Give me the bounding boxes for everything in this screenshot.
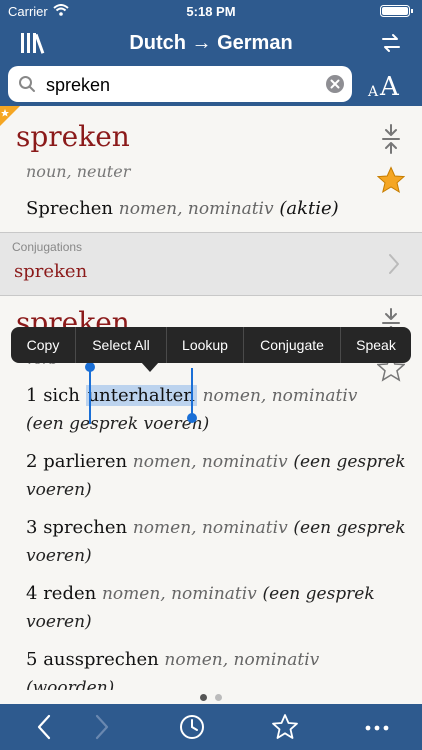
conjugations-row[interactable]: Conjugations spreken: [0, 233, 422, 296]
grammar-label: nomen, nominativ: [202, 386, 358, 406]
context-menu-arrow: [141, 362, 159, 372]
context-menu: Copy Select All Lookup Conjugate Speak: [11, 327, 411, 363]
font-size-big-glyph: A: [380, 72, 399, 102]
conjugations-label: Conjugations: [12, 240, 83, 254]
selection-start-handle[interactable]: [84, 362, 96, 424]
headword: spreken: [16, 120, 130, 153]
status-bar: Carrier 5:18 PM: [0, 0, 422, 22]
sense-4[interactable]: 4 reden nomen, nominativ (een gesprek vo…: [26, 580, 406, 636]
conjugations-word: spreken: [14, 261, 88, 282]
translation[interactable]: Sprechen nomen, nominativ (aktie): [26, 198, 339, 219]
sense-word: reden: [43, 583, 97, 604]
page-title: Dutch → German: [129, 32, 293, 54]
grammar-label: nomen, nominativ: [164, 650, 320, 670]
sense-number: 3: [26, 517, 38, 538]
bottom-toolbar: [0, 704, 422, 750]
sense-prefix: sich: [43, 385, 80, 406]
search-field[interactable]: [8, 66, 352, 102]
page-dot-active: [200, 694, 207, 701]
sense-5[interactable]: 5 aussprechen nomen, nominativ (woorden): [26, 646, 406, 690]
conjugate-button[interactable]: Conjugate: [244, 327, 341, 363]
sense-2[interactable]: 2 parlieren nomen, nominativ (een gespre…: [26, 448, 406, 504]
clear-icon[interactable]: [326, 75, 344, 93]
entry-card-noun: spreken noun, neuter Sprechen nomen, nom…: [0, 106, 422, 233]
search-input[interactable]: [44, 70, 328, 100]
favorites-star-icon[interactable]: [270, 712, 300, 742]
collapse-icon[interactable]: [380, 124, 402, 154]
font-size-small-glyph: A: [368, 84, 379, 100]
sense-word: aussprechen: [43, 649, 159, 670]
favorite-star-icon[interactable]: [377, 166, 405, 194]
swap-languages-icon[interactable]: [380, 32, 402, 54]
history-clock-icon[interactable]: [177, 712, 207, 742]
part-of-speech: noun, neuter: [26, 162, 131, 181]
sense-3[interactable]: 3 sprechen nomen, nominativ (een gesprek…: [26, 514, 406, 570]
selected-word[interactable]: unterhalten: [85, 385, 197, 406]
translation-word: Sprechen: [26, 198, 114, 219]
header: Carrier 5:18 PM Dutch → German spreken A…: [0, 0, 422, 106]
battery-icon: [380, 5, 413, 17]
gloss: (een gesprek voeren): [26, 414, 210, 434]
nav-bar: Dutch → German: [0, 22, 422, 66]
page-dot[interactable]: [215, 694, 222, 701]
selection-end-handle[interactable]: [186, 368, 198, 424]
select-all-button[interactable]: Select All: [76, 327, 167, 363]
grammar-label: nomen, nominativ: [101, 584, 257, 604]
sense-word: parlieren: [43, 451, 128, 472]
status-time: 5:18 PM: [186, 4, 236, 19]
more-icon[interactable]: [362, 712, 392, 742]
grammar-label: nomen, nominativ: [118, 199, 274, 219]
grammar-label: nomen, nominativ: [132, 452, 288, 472]
sense-1[interactable]: 1 sich unterhalten nomen, nominativ (een…: [26, 382, 406, 438]
sense-number: 5: [26, 649, 38, 670]
back-icon[interactable]: [30, 712, 60, 742]
chevron-right-icon: [389, 254, 399, 274]
gloss: (woorden): [26, 678, 115, 690]
gloss: (aktie): [279, 198, 339, 219]
font-size-button[interactable]: A A: [368, 70, 408, 102]
search-icon: [19, 76, 35, 92]
sense-number: 2: [26, 451, 38, 472]
speak-button[interactable]: Speak: [341, 327, 411, 363]
grammar-label: nomen, nominativ: [132, 518, 288, 538]
sense-number: 1: [26, 385, 38, 406]
page-indicator: [0, 690, 422, 704]
sense-number: 4: [26, 583, 38, 604]
forward-icon[interactable]: [86, 712, 116, 742]
sense-word: sprechen: [43, 517, 128, 538]
lookup-button[interactable]: Lookup: [167, 327, 244, 363]
copy-button[interactable]: Copy: [11, 327, 76, 363]
